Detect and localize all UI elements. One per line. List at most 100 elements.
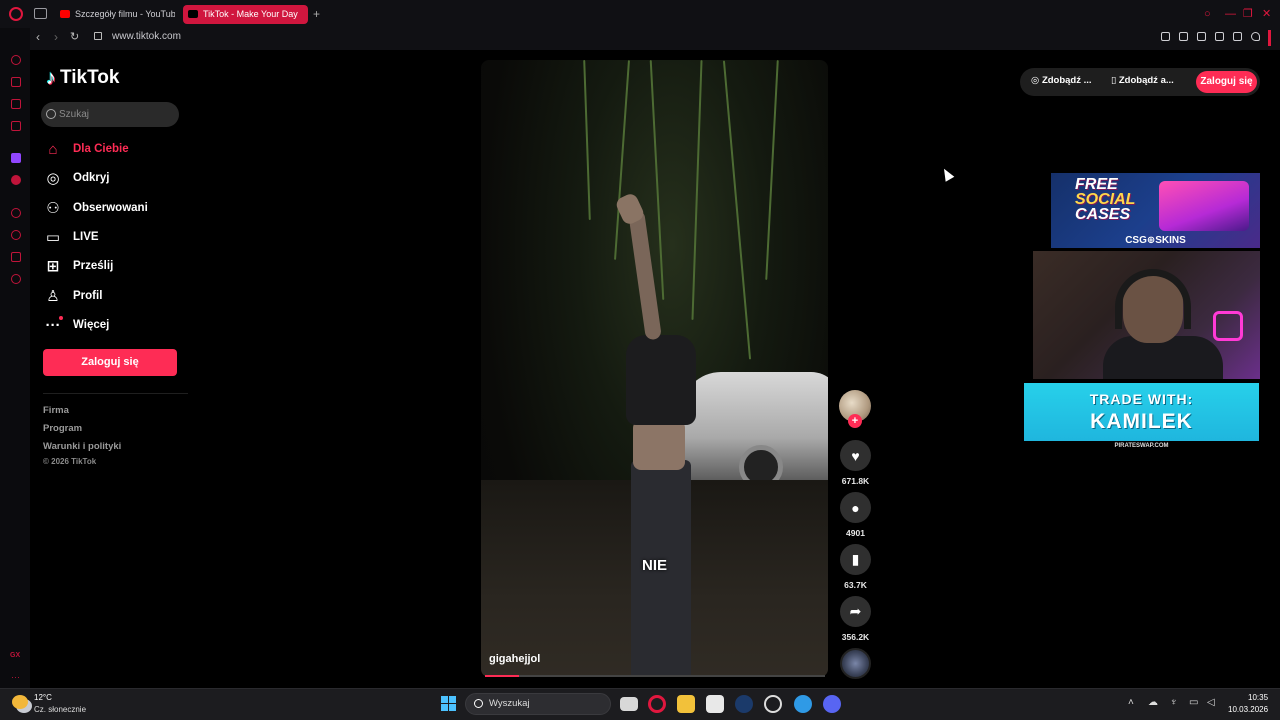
microphone-icon[interactable]: ♆ (1170, 697, 1178, 709)
search-tabs-icon[interactable]: ○ (1204, 8, 1211, 20)
coin-icon: ◎ (1031, 75, 1042, 86)
gx-store-icon[interactable] (11, 77, 21, 87)
tab-switcher-icon[interactable] (34, 8, 47, 19)
video-author[interactable]: gigahejjol (489, 653, 540, 665)
nav-item-more[interactable]: ··· Więcej (44, 315, 110, 335)
tiktok-logo[interactable]: ♪ TikTok (46, 66, 119, 90)
discord-icon[interactable] (823, 695, 841, 713)
trade-banner: TRADE WITH: KAMILEK (1024, 383, 1259, 441)
nav-item-live[interactable]: ▭ LIVE (44, 227, 99, 247)
bookmark-icon: ▮ (851, 551, 860, 567)
task-view-icon[interactable] (620, 697, 638, 711)
pin-icon[interactable] (1161, 32, 1170, 41)
onedrive-icon[interactable]: ☁ (1148, 697, 1158, 709)
live-icon: ▭ (45, 229, 61, 246)
messenger-icon[interactable] (11, 99, 21, 109)
translate-icon[interactable] (1215, 32, 1224, 41)
twitch-icon[interactable] (11, 153, 21, 163)
video-branch (583, 60, 591, 220)
gx-icon[interactable]: GX (10, 652, 20, 659)
gx-control-icon[interactable] (11, 55, 21, 65)
windows-icon (441, 704, 448, 711)
weather-icon[interactable] (12, 695, 28, 709)
opera-gx-icon[interactable] (648, 695, 666, 713)
ad-case-image (1159, 181, 1249, 231)
clock-time[interactable]: 10:35 (1248, 693, 1268, 702)
clock-date[interactable]: 10.03.2026 (1228, 705, 1268, 714)
save-count: 63.7K (844, 580, 867, 590)
store-icon[interactable] (706, 695, 724, 713)
get-coins-button[interactable]: ◎ Zdobądź ... (1031, 75, 1092, 86)
edge-icon[interactable] (794, 695, 812, 713)
ad-line: FREE (1075, 176, 1118, 193)
lock-icon (94, 32, 102, 40)
nav-item-following[interactable]: ⚇ Obserwowani (44, 198, 148, 218)
news-icon[interactable] (11, 121, 21, 131)
follow-button[interactable]: + (848, 414, 862, 428)
weather-temperature[interactable]: 12°C (34, 693, 52, 702)
shield-icon[interactable] (1197, 32, 1206, 41)
new-tab-button[interactable]: + (313, 8, 320, 20)
divider (43, 393, 188, 394)
back-button[interactable]: ‹ (36, 30, 40, 44)
trade-line1: TRADE WITH: (1089, 391, 1194, 407)
share-icon: ➦ (849, 603, 862, 619)
like-button[interactable]: ♥ (840, 440, 871, 471)
app-icon[interactable] (764, 695, 782, 713)
top-login-button[interactable]: Zaloguj się (1196, 71, 1257, 93)
sidebar-toggle-icon[interactable] (1268, 30, 1271, 46)
footer-link-program[interactable]: Program (43, 423, 82, 434)
get-app-button[interactable]: ▯ Zdobądź a... (1111, 75, 1174, 86)
nav-item-explore[interactable]: ◎ Odkryj (44, 168, 109, 188)
snapshot-icon[interactable] (1179, 32, 1188, 41)
music-disc[interactable] (840, 648, 871, 679)
login-button[interactable]: Zaloguj się (43, 349, 177, 376)
close-window-button[interactable]: ✕ (1262, 8, 1271, 20)
ad-headline: FREE SOCIAL CASES (1075, 176, 1135, 223)
start-button[interactable] (441, 696, 456, 711)
discord-icon[interactable] (11, 175, 21, 185)
weather-description[interactable]: Cz. słonecznie (34, 705, 86, 714)
get-app-label: Zdobądź a... (1118, 75, 1174, 86)
video-person-jacket (626, 335, 696, 425)
steam-icon[interactable] (735, 695, 753, 713)
tab-youtube[interactable]: Szczegóły filmu - YouTube (55, 5, 175, 24)
webcam-feed (1033, 251, 1260, 379)
footer-link-company[interactable]: Firma (43, 405, 69, 416)
comment-button[interactable]: ● (840, 492, 871, 523)
comment-icon: ● (851, 499, 860, 516)
file-explorer-icon[interactable] (677, 695, 695, 713)
tray-chevron-icon[interactable]: ˄ (1128, 697, 1134, 709)
footer-link-terms[interactable]: Warunki i polityki (43, 441, 121, 452)
play-icon[interactable] (1233, 32, 1242, 41)
tab-tiktok[interactable]: TikTok - Make Your Day (183, 5, 308, 24)
trade-line2: KAMILEK (1090, 410, 1193, 433)
reload-button[interactable]: ↻ (70, 30, 79, 44)
webcam-neon-sign (1213, 311, 1243, 341)
save-button[interactable]: ▮ (840, 544, 871, 575)
video-progress-track[interactable] (485, 675, 825, 677)
phone-icon: ▯ (1111, 75, 1119, 86)
history-icon[interactable] (11, 230, 21, 240)
video-player[interactable] (481, 60, 828, 677)
more-icon[interactable]: ··· (11, 672, 20, 682)
opera-logo-icon[interactable] (9, 7, 23, 21)
player-icon[interactable] (11, 208, 21, 218)
settings-icon[interactable] (11, 274, 21, 284)
profile-icon: ♙ (46, 288, 60, 305)
nav-item-upload[interactable]: ⊞ Prześlij (44, 256, 114, 276)
share-button[interactable]: ➦ (840, 596, 871, 627)
taskbar-search[interactable] (465, 693, 611, 715)
minimize-button[interactable]: — (1225, 8, 1236, 20)
maximize-button[interactable]: ❐ (1243, 8, 1253, 20)
forward-button[interactable]: › (54, 30, 58, 44)
heart-icon[interactable] (1251, 32, 1260, 41)
extensions-icon[interactable] (11, 252, 21, 262)
nav-item-for-you[interactable]: ⌂ Dla Ciebie (44, 139, 128, 159)
nav-item-profile[interactable]: ♙ Profil (44, 286, 102, 306)
network-icon[interactable]: ▭ (1189, 697, 1198, 709)
url-field[interactable]: www.tiktok.com (112, 31, 181, 42)
address-bar (30, 28, 1280, 50)
tab-label: TikTok - Make Your Day (203, 9, 298, 19)
volume-icon[interactable]: ◁ (1207, 697, 1215, 709)
